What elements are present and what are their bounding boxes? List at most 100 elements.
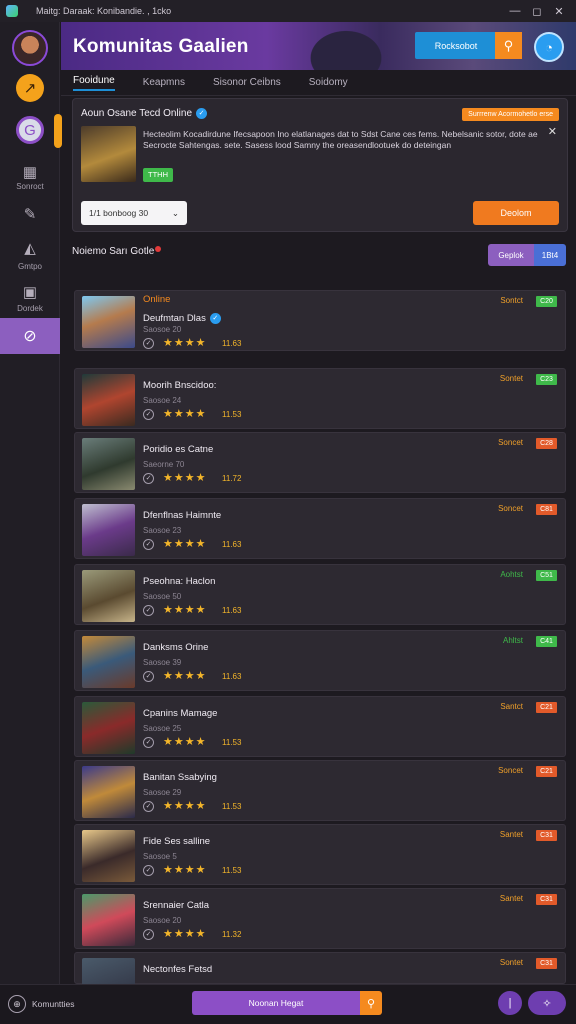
game-thumbnail[interactable] — [82, 766, 135, 818]
featured-action-button[interactable]: Deolom — [473, 201, 559, 225]
notification-dot — [155, 246, 162, 252]
sidebar-item-active[interactable]: ⊘ — [0, 318, 60, 354]
rating-stars: ★★★★ — [163, 337, 207, 349]
status-label: Ahltst — [502, 636, 523, 645]
chat-icon[interactable]: ✎ — [16, 200, 44, 228]
tab-2[interactable]: Keapmns — [143, 77, 185, 88]
rating-value: 11.63 — [222, 672, 242, 681]
hero-button[interactable]: Rocksobot — [415, 32, 497, 59]
list-item[interactable]: Moorih Bnscidoo: Saosoe 24 ✓ ★★★★ 11.53 Sonte… — [74, 368, 566, 429]
status-label: Soncet — [498, 504, 523, 513]
settings-icon[interactable]: ✧ — [528, 991, 566, 1015]
game-subtitle: Saosoe 5 — [143, 852, 177, 861]
featured-card: Aoun Osane Tecd Online ✓ Surrrenw Acormoh… — [72, 98, 568, 232]
status-label: Santet — [499, 894, 523, 903]
list-heading: Noiemo Sarı Gotle — [72, 246, 162, 257]
game-thumbnail[interactable] — [82, 438, 135, 490]
bottom-action-button[interactable]: Noonan Hegat — [192, 991, 360, 1015]
active-indicator — [54, 114, 62, 148]
rating-stars: ★★★★ — [163, 864, 207, 876]
check-icon[interactable]: ✓ — [143, 865, 154, 876]
status-badge: C31 — [536, 958, 557, 969]
game-name: Nectonfes Fetsd — [143, 964, 213, 975]
rating-stars: ★★★★ — [163, 538, 207, 550]
list-item[interactable]: Online Deufmtan Dlas ✓ Saosoe 20 ✓ ★★★★ 11.63 S… — [74, 290, 566, 351]
status-label: Sontet — [499, 958, 523, 967]
list-item[interactable]: Danksms Orine Saosoe 39 ✓ ★★★★ 11.63 Ahltst C4… — [74, 630, 566, 691]
sidebar-label-store: Sonroct — [16, 182, 44, 191]
game-thumbnail[interactable] — [82, 374, 135, 426]
compass-icon: ⊘ — [23, 328, 37, 345]
sort-button[interactable]: Geplok — [488, 244, 534, 266]
featured-select[interactable]: 1/1 bonboog 30 ⌄ — [81, 201, 187, 225]
game-subtitle: Saosoe 24 — [143, 396, 182, 405]
game-subtitle: Saosoe 23 — [143, 526, 182, 535]
game-thumbnail[interactable] — [82, 830, 135, 882]
rating-stars: ★★★★ — [163, 408, 207, 420]
list-item[interactable]: Dfenflnas Haimnte Saosoe 23 ✓ ★★★★ 11.63 Sonc… — [74, 498, 566, 559]
game-name: Cpanins Mamage — [143, 708, 218, 719]
list-item[interactable]: Pseohna: Haclon Saosoe 50 ✓ ★★★★ 11.63 Aohtst… — [74, 564, 566, 625]
search-icon[interactable]: ⚲ — [360, 991, 382, 1015]
community-icon[interactable]: G — [16, 116, 44, 144]
check-icon[interactable]: ✓ — [143, 473, 154, 484]
groups-icon[interactable]: ◭ — [16, 234, 44, 262]
game-thumbnail[interactable] — [82, 894, 135, 946]
user-avatar[interactable] — [12, 30, 48, 66]
rating-stars: ★★★★ — [163, 736, 207, 748]
check-icon[interactable]: ✓ — [143, 671, 154, 682]
rating-value: 11.63 — [222, 606, 242, 615]
sidebar: ↗ G ▦ Sonroct ✎ ◭ Gmtpo ▣ Dordek ⊘ — [0, 22, 62, 984]
tab-3[interactable]: Sisonor Ceibns — [213, 77, 281, 88]
check-icon[interactable]: ✓ — [143, 801, 154, 812]
tab-bar: Fooidune Keapmns Sisonor Ceibns Soidomy — [61, 70, 576, 96]
featured-select-value: 1/1 bonboog 30 — [89, 208, 149, 218]
title-bar: Maitg: Daraak: Konibandie. , 1cko — ◻ ✕ — [0, 0, 576, 22]
activity-icon[interactable]: ↗ — [16, 74, 44, 102]
hero-banner: Komunitas Gaalien Rocksobot ⚲ ◔ — [61, 22, 576, 70]
list-item[interactable]: Banitan Ssabying Saosoe 29 ✓ ★★★★ 11.53 Sonce… — [74, 760, 566, 821]
game-thumbnail[interactable] — [82, 636, 135, 688]
close-icon[interactable]: ✕ — [548, 125, 557, 138]
maximize-icon[interactable]: ◻ — [526, 5, 548, 18]
rating-value: 11.53 — [222, 866, 242, 875]
rating-value: 11.53 — [222, 410, 242, 419]
check-icon[interactable]: ✓ — [143, 409, 154, 420]
tab-1[interactable]: Fooidune — [73, 75, 115, 91]
game-thumbnail[interactable] — [82, 504, 135, 556]
library-icon[interactable]: ▣ — [16, 278, 44, 306]
count-button[interactable]: 1Bt4 — [534, 244, 566, 266]
status-label: Soncet — [498, 438, 523, 447]
check-icon[interactable]: ✓ — [143, 737, 154, 748]
featured-description: Hecteolim Kocadirdune Ifecsapoon Ino ela… — [143, 129, 538, 150]
help-icon[interactable]: ◔ — [534, 32, 564, 62]
status-badge: C31 — [536, 830, 557, 841]
info-icon[interactable]: | — [498, 991, 522, 1015]
status-badge: C21 — [536, 702, 557, 713]
close-icon[interactable]: ✕ — [548, 5, 570, 18]
check-icon[interactable]: ✓ — [143, 338, 154, 349]
list-item[interactable]: Srennaier Catla Saosoe 20 ✓ ★★★★ 11.32 Santet… — [74, 888, 566, 949]
search-icon[interactable]: ⚲ — [495, 32, 522, 59]
community-icon[interactable]: ⊕ — [8, 995, 26, 1013]
game-name: Pseohna: Haclon — [143, 576, 216, 587]
status-label: Santct — [500, 702, 523, 711]
rating-value: 11.72 — [222, 474, 242, 483]
check-icon[interactable]: ✓ — [143, 539, 154, 550]
game-thumbnail[interactable] — [82, 570, 135, 622]
rating-value: 11.63 — [222, 339, 242, 348]
list-item[interactable]: Nectonfes Fetsd Sontet C31 — [74, 952, 566, 1010]
status-badge: C20 — [536, 296, 557, 307]
featured-thumbnail[interactable] — [81, 126, 136, 182]
list-item[interactable]: Poridio es Catne Saeorne 70 ✓ ★★★★ 11.72 Sonc… — [74, 432, 566, 493]
check-icon[interactable]: ✓ — [143, 929, 154, 940]
game-thumbnail[interactable] — [82, 296, 135, 348]
game-name: Dfenflnas Haimnte — [143, 510, 222, 521]
list-item[interactable]: Cpanins Mamage Saosoe 25 ✓ ★★★★ 11.53 Santct C… — [74, 696, 566, 757]
tab-4[interactable]: Soidomy — [309, 77, 348, 88]
game-thumbnail[interactable] — [82, 702, 135, 754]
minimize-icon[interactable]: — — [504, 5, 526, 17]
check-icon[interactable]: ✓ — [143, 605, 154, 616]
game-subtitle: Saosoe 50 — [143, 592, 182, 601]
list-item[interactable]: Fide Ses salline Saosoe 5 ✓ ★★★★ 11.53 Santet… — [74, 824, 566, 885]
